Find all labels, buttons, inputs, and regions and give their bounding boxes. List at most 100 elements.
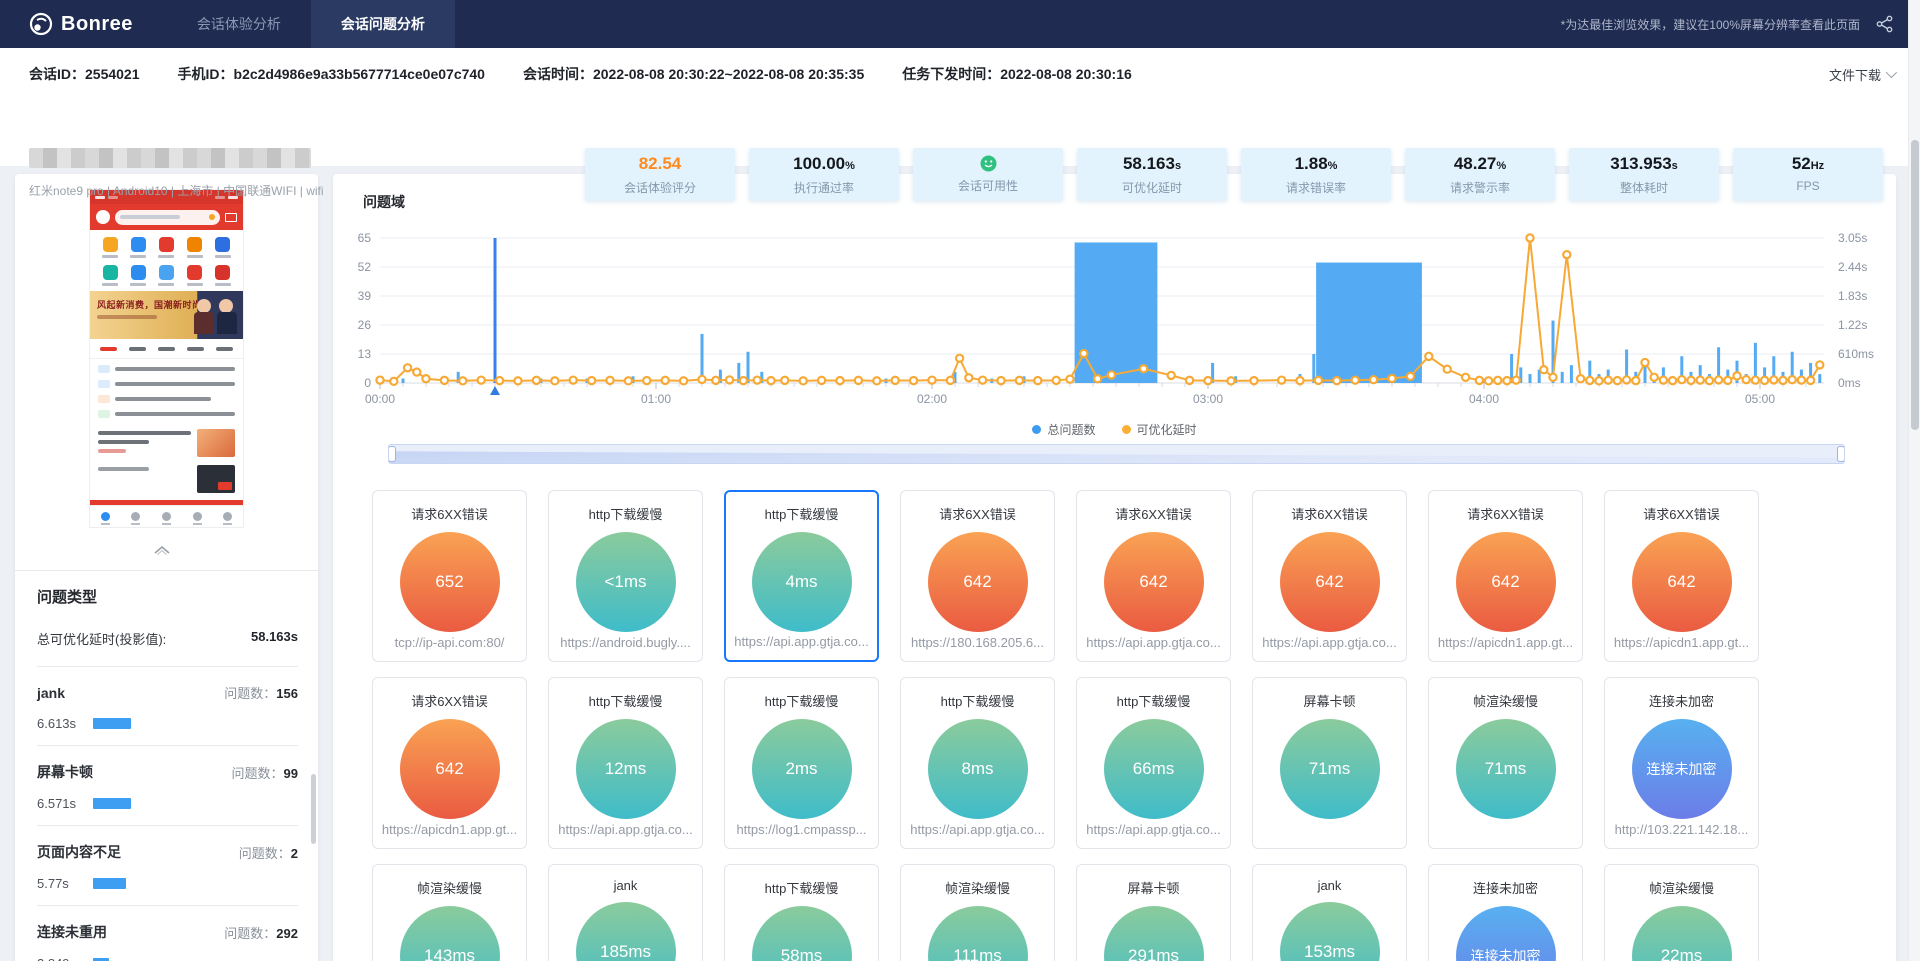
- screenshot-search-bar: [115, 210, 220, 225]
- svg-text:0: 0: [364, 376, 371, 390]
- card-value-circle: 22ms: [1632, 906, 1732, 961]
- screenshot-news-list: [90, 359, 243, 427]
- problem-card-21[interactable]: jank153ms: [1252, 864, 1407, 961]
- collapse-screenshot-button[interactable]: [153, 542, 171, 560]
- tab-session-problem[interactable]: 会话问题分析: [311, 0, 455, 48]
- card-value-circle: 185ms: [576, 902, 676, 961]
- problem-card-23[interactable]: 帧渲染缓慢 22ms: [1604, 864, 1759, 961]
- problem-card-5[interactable]: 请求6XX错误642https://api.app.gtja.co...: [1252, 490, 1407, 662]
- problem-type-item-连接未重用[interactable]: 连接未重用问题数：2922.849s: [37, 906, 298, 961]
- slider-handle-right[interactable]: [1837, 446, 1845, 462]
- card-title: http下载缓慢: [726, 504, 877, 523]
- chevron-up-icon: [153, 543, 171, 555]
- card-value-circle: 642: [1456, 532, 1556, 632]
- card-value-circle: 642: [928, 532, 1028, 632]
- total-delay-value: 58.163s: [251, 629, 298, 648]
- problem-card-14[interactable]: 帧渲染缓慢71ms: [1428, 677, 1583, 849]
- metric-card-3[interactable]: 58.163s 可优化延时: [1077, 148, 1227, 200]
- problem-card-19[interactable]: 帧渲染缓慢111ms: [900, 864, 1055, 961]
- problem-card-8[interactable]: 请求6XX错误642https://apicdn1.app.gt...: [372, 677, 527, 849]
- metric-label: 可优化延时: [1077, 179, 1227, 196]
- time-range-slider[interactable]: [388, 444, 1845, 464]
- card-url: https://api.app.gtja.co...: [901, 822, 1054, 837]
- card-title: 帧渲染缓慢: [1605, 878, 1758, 897]
- problem-card-7[interactable]: 请求6XX错误642https://apicdn1.app.gt...: [1604, 490, 1759, 662]
- card-value-circle: 153ms: [1280, 902, 1380, 961]
- card-url: https://apicdn1.app.gt...: [1605, 635, 1758, 650]
- legend-item-总问题数[interactable]: 总问题数: [1032, 421, 1095, 438]
- metric-card-1[interactable]: 100.00%执行通过率: [749, 148, 899, 200]
- problem-card-2[interactable]: http下载缓慢 4ms https://api.app.gtja.co...: [724, 490, 879, 662]
- card-title: jank: [549, 878, 702, 893]
- problem-card-3[interactable]: 请求6XX错误642https://180.168.205.6...: [900, 490, 1055, 662]
- legend-item-可优化延时[interactable]: 可优化延时: [1122, 421, 1197, 438]
- card-value-circle: 8ms: [928, 719, 1028, 819]
- session-infobar: 会话ID：2554021手机ID：b2c2d4986e9a33b5677714c…: [0, 48, 1920, 84]
- left-panel: 风起新消费，国潮新时尚 ≡○<: [15, 174, 318, 961]
- problem-type-item-jank[interactable]: jank问题数：1566.613s: [37, 667, 298, 746]
- card-url: https://api.app.gtja.co...: [726, 634, 877, 649]
- problem-card-1[interactable]: http下载缓慢<1mshttps://android.bugly....: [548, 490, 703, 662]
- problem-card-16[interactable]: 帧渲染缓慢143ms: [372, 864, 527, 961]
- card-title: 帧渲染缓慢: [901, 878, 1054, 897]
- card-title: 屏幕卡顿: [1253, 691, 1406, 710]
- metric-card-5[interactable]: 48.27%请求警示率: [1405, 148, 1555, 200]
- total-delay-label: 总可优化延时(投影值):: [37, 629, 166, 648]
- card-value-circle: 71ms: [1456, 719, 1556, 819]
- problem-card-12[interactable]: http下载缓慢66mshttps://api.app.gtja.co...: [1076, 677, 1231, 849]
- problem-card-11[interactable]: http下载缓慢8mshttps://api.app.gtja.co...: [900, 677, 1055, 849]
- problem-card-6[interactable]: 请求6XX错误642https://apicdn1.app.gt...: [1428, 490, 1583, 662]
- card-value-circle: 2ms: [752, 719, 852, 819]
- problem-type-item-页面内容不足[interactable]: 页面内容不足问题数：25.77s: [37, 826, 298, 906]
- svg-text:52: 52: [358, 260, 372, 274]
- main-panel: 问题域 00ms13610ms261.22s391.83s522.44s653.…: [333, 174, 1896, 961]
- card-value-circle: 4ms: [752, 532, 852, 632]
- chevron-down-icon: [1886, 67, 1897, 78]
- svg-text:65: 65: [358, 231, 372, 245]
- metric-card-0[interactable]: 82.54会话体验评分: [585, 148, 735, 200]
- problem-type-item-屏幕卡顿[interactable]: 屏幕卡顿问题数：996.571s: [37, 746, 298, 826]
- problem-card-15[interactable]: 连接未加密连接未加密http://103.221.142.18...: [1604, 677, 1759, 849]
- problem-card-18[interactable]: http下载缓慢58ms: [724, 864, 879, 961]
- problem-card-22[interactable]: 连接未加密连接未加密: [1428, 864, 1583, 961]
- card-url: https://api.app.gtja.co...: [549, 822, 702, 837]
- problem-card-4[interactable]: 请求6XX错误642https://api.app.gtja.co...: [1076, 490, 1231, 662]
- metric-card-7[interactable]: 52HzFPS: [1733, 148, 1883, 200]
- left-panel-scrollbar[interactable]: [311, 774, 316, 844]
- metric-value: 313.953s: [1569, 154, 1719, 176]
- problem-card-10[interactable]: http下载缓慢2mshttps://log1.cmpassp...: [724, 677, 879, 849]
- svg-text:05:00: 05:00: [1745, 392, 1775, 406]
- metric-value: 1.88%: [1241, 154, 1391, 176]
- card-value-circle: 652: [400, 532, 500, 632]
- problem-card-20[interactable]: 屏幕卡顿291ms: [1076, 864, 1231, 961]
- metric-label: 会话可用性: [913, 177, 1063, 194]
- metric-value: 48.27%: [1405, 154, 1555, 176]
- card-value-circle: 642: [1280, 532, 1380, 632]
- availability-smile-icon: [913, 154, 1063, 174]
- screenshot-article2: [90, 463, 243, 499]
- svg-text:26: 26: [358, 318, 372, 332]
- metric-card-4[interactable]: 1.88%请求错误率: [1241, 148, 1391, 200]
- problem-card-13[interactable]: 屏幕卡顿71ms: [1252, 677, 1407, 849]
- card-value-circle: 291ms: [1104, 906, 1204, 961]
- page-scrollbar-thumb[interactable]: [1911, 140, 1919, 430]
- card-value-circle: 连接未加密: [1632, 719, 1732, 819]
- card-title: http下载缓慢: [1077, 691, 1230, 710]
- card-title: http下载缓慢: [549, 504, 702, 523]
- share-icon[interactable]: [1876, 15, 1894, 33]
- card-url: https://180.168.205.6...: [901, 635, 1054, 650]
- slider-handle-left[interactable]: [388, 446, 396, 462]
- file-download-button[interactable]: 文件下载: [1829, 65, 1894, 84]
- metric-card-6[interactable]: 313.953s整体耗时: [1569, 148, 1719, 200]
- metric-value: 58.163s: [1077, 154, 1227, 176]
- problem-count: 问题数：292: [224, 923, 298, 942]
- svg-text:0ms: 0ms: [1838, 376, 1861, 390]
- problem-domain-chart[interactable]: 00ms13610ms261.22s391.83s522.44s653.05s0…: [333, 210, 1896, 410]
- problem-card-17[interactable]: jank 185ms: [548, 864, 703, 961]
- tab-session-experience[interactable]: 会话体验分析: [167, 0, 311, 48]
- problem-card-0[interactable]: 请求6XX错误652tcp://ip-api.com:80/: [372, 490, 527, 662]
- metric-card-2[interactable]: 会话可用性: [913, 148, 1063, 200]
- card-value-circle: 642: [1104, 532, 1204, 632]
- page-scrollbar[interactable]: [1908, 0, 1920, 961]
- problem-card-9[interactable]: http下载缓慢12mshttps://api.app.gtja.co...: [548, 677, 703, 849]
